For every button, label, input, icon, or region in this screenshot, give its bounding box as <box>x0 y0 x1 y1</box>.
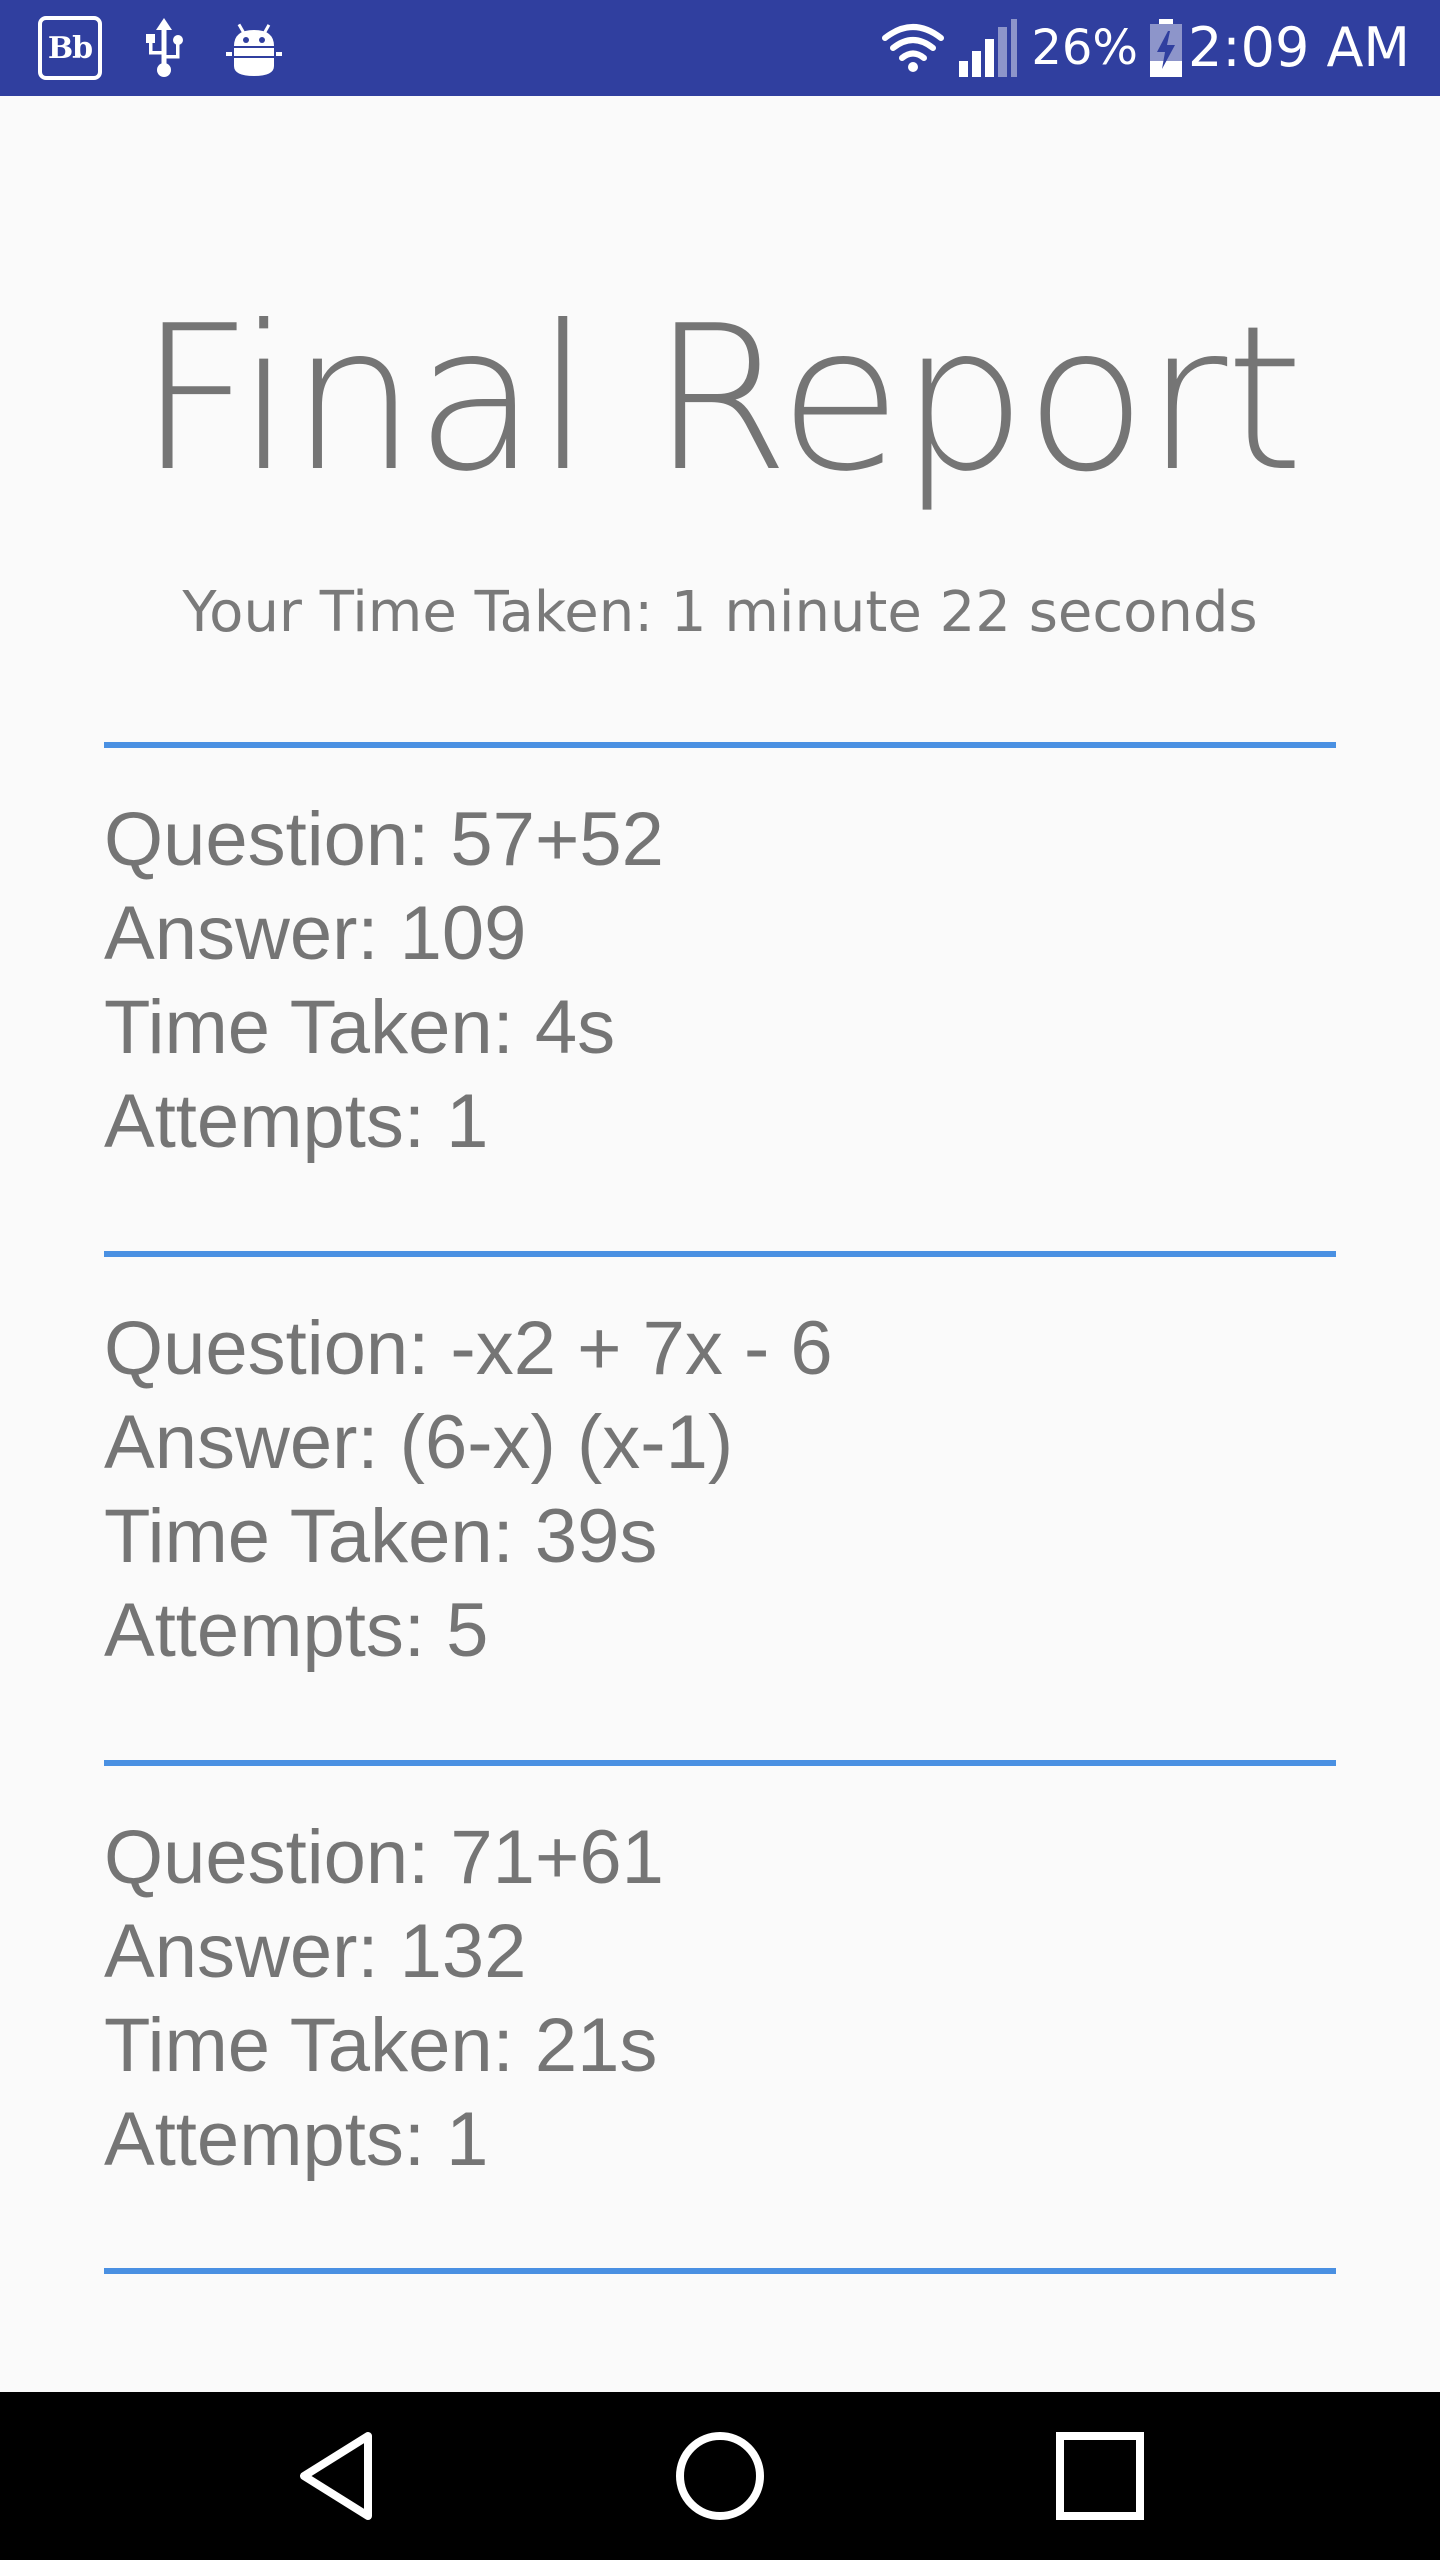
answer-text: Answer: 109 <box>104 891 527 976</box>
attempts-text: Attempts: 1 <box>104 2097 489 2182</box>
notification-icons: Bb <box>38 14 282 82</box>
attempts-text: Attempts: 5 <box>104 1588 489 1673</box>
clock: 2:09 AM <box>1188 16 1410 79</box>
total-time-taken: Your Time Taken: 1 minute 22 seconds <box>182 580 1258 645</box>
back-icon <box>300 2432 372 2520</box>
question-report-item: Question: 71+61 Answer: 132 Time Taken: … <box>104 1811 1336 2187</box>
blackboard-icon: Bb <box>38 16 102 80</box>
section-divider <box>104 1251 1336 1257</box>
recents-icon <box>1056 2432 1144 2520</box>
time-taken-text: Time Taken: 39s <box>104 1494 658 1579</box>
question-text: Question: 57+52 <box>104 797 664 882</box>
back-button[interactable] <box>290 2426 390 2526</box>
system-status: 26% 2:09 AM <box>879 0 1410 96</box>
battery-charging-icon <box>1150 19 1183 77</box>
cell-signal-icon <box>959 19 1018 77</box>
section-divider <box>104 2268 1336 2274</box>
recents-button[interactable] <box>1050 2426 1150 2526</box>
status-bar: Bb 26% 2:09 AM <box>0 0 1440 96</box>
battery-percent: 26% <box>1031 20 1139 76</box>
question-text: Question: -x2 + 7x - 6 <box>104 1306 833 1391</box>
home-icon <box>676 2432 764 2520</box>
question-report-item: Question: 57+52 Answer: 109 Time Taken: … <box>104 793 1336 1169</box>
page-title: Final Report <box>138 283 1304 516</box>
home-button[interactable] <box>670 2426 770 2526</box>
final-report-screen: Bb 26% 2:09 AM Final Report Your Time Ta… <box>0 0 1440 2560</box>
attempts-text: Attempts: 1 <box>104 1079 489 1164</box>
answer-text: Answer: (6-x) (x-1) <box>104 1400 734 1485</box>
wifi-icon <box>882 24 945 72</box>
answer-text: Answer: 132 <box>104 1909 527 1994</box>
time-taken-text: Time Taken: 4s <box>104 985 616 1070</box>
question-report-item: Question: -x2 + 7x - 6 Answer: (6-x) (x-… <box>104 1302 1336 1678</box>
blackboard-badge-label: Bb <box>47 30 93 66</box>
question-text: Question: 71+61 <box>104 1815 664 1900</box>
navigation-bar <box>0 2392 1440 2560</box>
time-taken-text: Time Taken: 21s <box>104 2003 658 2088</box>
android-debug-icon <box>226 23 282 76</box>
section-divider <box>104 742 1336 748</box>
usb-icon <box>146 18 183 77</box>
section-divider <box>104 1760 1336 1766</box>
